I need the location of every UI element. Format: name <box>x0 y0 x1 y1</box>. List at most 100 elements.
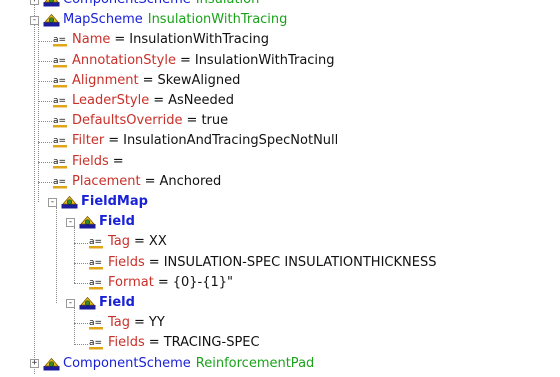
attribute-icon: a= <box>88 235 105 249</box>
collapse-icon[interactable]: - <box>48 197 57 207</box>
tree-element-row[interactable]: ComponentScheme Insulation <box>43 0 259 10</box>
element-name: FieldMap <box>81 194 148 209</box>
equals-sign: = <box>114 32 126 48</box>
element-name: ComponentScheme <box>63 355 191 371</box>
tree-attribute-row[interactable]: a= Name = InsulationWithTracing <box>52 30 269 50</box>
tree-element-row[interactable]: Field <box>79 293 135 313</box>
element-node-icon <box>79 296 96 310</box>
attribute-icon: a= <box>52 74 69 88</box>
tree-element-row[interactable]: Field <box>79 212 135 232</box>
attribute-name: Alignment <box>72 72 139 88</box>
tree-connector-horizontal <box>38 80 52 82</box>
attribute-value: Anchored <box>159 173 222 189</box>
tree-connector-horizontal <box>74 282 88 284</box>
element-node-icon <box>79 215 96 229</box>
tree-attribute-row[interactable]: a= Fields = INSULATION-SPEC INSULATIONTHICK… <box>88 253 436 273</box>
expand-icon[interactable]: + <box>30 0 39 5</box>
equals-sign: = <box>134 315 145 331</box>
attribute-icon: a= <box>52 175 69 189</box>
element-node-icon <box>43 357 60 371</box>
tree-element-row[interactable]: ComponentScheme ReinforcementPad <box>43 354 314 374</box>
attribute-name: Tag <box>108 315 131 331</box>
tree-connector-horizontal <box>38 40 52 42</box>
tree-attribute-row[interactable]: a= AnnotationStyle = InsulationWithTracing <box>52 51 335 71</box>
attribute-value: TRACING-SPEC <box>163 335 260 351</box>
equals-sign: = <box>142 72 154 88</box>
tree-attribute-row[interactable]: a= Fields = TRACING-SPEC <box>88 333 260 353</box>
equals-sign: = <box>112 153 124 169</box>
equals-sign: = <box>157 274 169 290</box>
element-value: ReinforcementPad <box>195 355 315 371</box>
attribute-name: LeaderStyle <box>72 93 150 108</box>
attribute-value: InsulationWithTracing <box>194 52 335 68</box>
equals-sign: = <box>179 52 191 68</box>
tree-connector-horizontal <box>38 181 52 183</box>
attribute-value: XX <box>148 234 167 250</box>
equals-sign: = <box>148 335 160 351</box>
tree-connector-horizontal <box>38 60 52 62</box>
attribute-name: Fields <box>108 335 145 351</box>
svg-text:a=: a= <box>53 56 66 66</box>
equals-sign: = <box>153 93 165 108</box>
tree-connector-horizontal <box>38 141 52 143</box>
tree-attribute-row[interactable]: a= Alignment = SkewAligned <box>52 71 240 91</box>
attribute-name: Name <box>72 32 111 48</box>
tree-element-row[interactable]: FieldMap <box>61 192 148 212</box>
element-value: Insulation <box>196 0 260 10</box>
attribute-name: Format <box>108 274 154 290</box>
equals-sign: = <box>144 173 156 189</box>
element-name: MapScheme <box>63 12 143 28</box>
tree-connector-horizontal <box>38 161 52 163</box>
tree-connector-vertical <box>34 0 35 374</box>
attribute-name: Fields <box>108 254 145 270</box>
expand-icon[interactable]: + <box>30 359 39 369</box>
element-node-icon <box>43 13 60 27</box>
collapse-icon[interactable]: - <box>30 15 39 25</box>
tree-attribute-row[interactable]: a= Filter = InsulationAndTracingSpecNotNull <box>52 131 338 151</box>
element-node-icon <box>43 0 60 7</box>
attribute-icon: a= <box>52 94 69 108</box>
attribute-name: Filter <box>72 133 105 149</box>
tree-element-row[interactable]: MapScheme InsulationWithTracing <box>43 10 287 30</box>
tree-connector-vertical <box>74 308 75 344</box>
tree-attribute-row[interactable]: a= Tag = YY <box>88 313 165 333</box>
element-name: Field <box>99 295 135 310</box>
tree-attribute-row[interactable]: a= Tag = XX <box>88 232 167 252</box>
tree-attribute-row[interactable]: a= LeaderStyle = AsNeeded <box>52 91 234 111</box>
svg-text:a=: a= <box>53 96 66 106</box>
attribute-value: InsulationAndTracingSpecNotNull <box>123 133 339 149</box>
attribute-icon: a= <box>52 155 69 169</box>
collapse-icon[interactable]: - <box>66 298 75 308</box>
attribute-icon: a= <box>88 336 105 350</box>
attribute-name: Placement <box>72 173 141 189</box>
tree-attribute-row[interactable]: a= Placement = Anchored <box>52 172 221 192</box>
svg-text:a=: a= <box>53 35 66 45</box>
tree-attribute-row[interactable]: a= Fields = <box>52 152 128 172</box>
attribute-value: true <box>201 113 229 129</box>
tree-connector-vertical <box>38 25 39 203</box>
tree-attribute-row[interactable]: a= DefaultsOverride = true <box>52 111 228 131</box>
attribute-name: DefaultsOverride <box>72 113 183 129</box>
svg-text:a=: a= <box>53 157 66 167</box>
attribute-icon: a= <box>52 114 69 128</box>
svg-text:a=: a= <box>89 237 102 247</box>
attribute-value: SkewAligned <box>157 72 241 88</box>
tree-connector-horizontal <box>74 323 88 325</box>
element-name: ComponentScheme <box>63 0 191 10</box>
collapse-icon[interactable]: - <box>66 217 75 227</box>
equals-sign: = <box>186 113 198 129</box>
attribute-icon: a= <box>88 276 105 290</box>
tree-connector-horizontal <box>74 343 88 345</box>
attribute-icon: a= <box>52 134 69 148</box>
tree-attribute-row[interactable]: a= Format = {0}-{1}" <box>88 273 233 293</box>
attribute-value: InsulationWithTracing <box>129 32 269 48</box>
attribute-value: {0}-{1}" <box>172 274 234 290</box>
tree-connector-horizontal <box>74 262 88 264</box>
svg-text:a=: a= <box>89 338 102 348</box>
attribute-name: AnnotationStyle <box>72 52 176 68</box>
element-node-icon <box>61 195 78 209</box>
equals-sign: = <box>134 234 145 250</box>
tree-connector-horizontal <box>74 242 88 244</box>
tree-connector-horizontal <box>38 121 52 123</box>
xml-tree-view[interactable]: +ComponentSchemeInsulation-MapSchemeInsu… <box>0 0 560 377</box>
